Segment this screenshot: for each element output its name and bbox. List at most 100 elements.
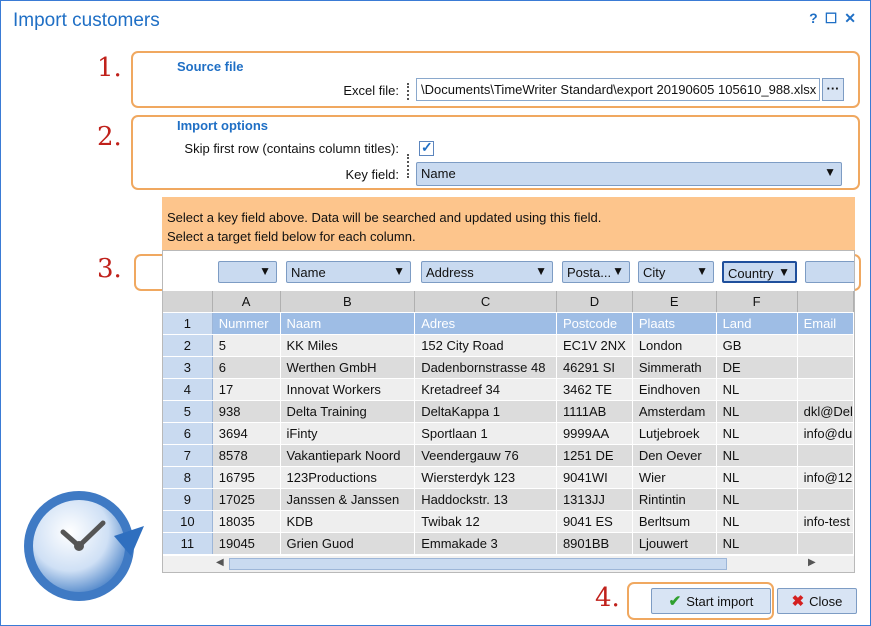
table-row[interactable]: 4 17 Innovat Workers Kretadreef 34 3462 TE Ei… [163, 378, 854, 401]
table-row[interactable]: 11 19045 Grien Guod Emmakade 3 8901BB Ljouwer… [163, 532, 854, 555]
row-number[interactable]: 4 [163, 378, 213, 401]
table-cell[interactable]: Werthen GmbH [280, 356, 416, 379]
mapping-dropdown-b[interactable]: Name ▼ [286, 261, 411, 283]
table-cell[interactable]: Email [797, 312, 854, 335]
row-number[interactable]: 3 [163, 356, 213, 379]
table-cell[interactable]: Rintintin [632, 488, 717, 511]
table-cell[interactable]: Wiersterdyk 123 [414, 466, 557, 489]
scrollbar-thumb[interactable] [229, 558, 727, 570]
table-cell[interactable]: 1251 DE [556, 444, 633, 467]
table-cell[interactable]: 152 City Road [414, 334, 557, 357]
table-cell[interactable]: GB [716, 334, 798, 357]
table-row[interactable]: 2 5 KK Miles 152 City Road EC1V 2NX London GB [163, 334, 854, 357]
table-cell[interactable] [797, 444, 854, 467]
table-row[interactable]: 3 6 Werthen GmbH Dadenbornstrasse 48 46291 S… [163, 356, 854, 379]
table-cell[interactable]: KK Miles [280, 334, 416, 357]
table-cell[interactable]: EC1V 2NX [556, 334, 633, 357]
table-cell[interactable]: NL [716, 444, 798, 467]
table-cell[interactable]: Ljouwert [632, 532, 717, 555]
skip-first-row-checkbox[interactable]: ✓ [419, 139, 434, 156]
start-import-button[interactable]: ✔ Start import [651, 588, 771, 614]
table-cell[interactable]: NL [716, 532, 798, 555]
table-cell[interactable]: Adres [414, 312, 557, 335]
horizontal-scrollbar[interactable]: ◀ ▶ [163, 556, 854, 572]
maximize-button[interactable]: ☐ [825, 10, 838, 27]
mapping-dropdown-f[interactable]: Country ▼ [722, 261, 797, 283]
table-cell[interactable]: iFinty [280, 422, 416, 445]
column-header[interactable]: D [556, 291, 633, 313]
table-cell[interactable]: KDB [280, 510, 416, 533]
mapping-dropdown-d[interactable]: Posta... ▼ [562, 261, 630, 283]
table-cell[interactable]: info@du [797, 422, 854, 445]
table-cell[interactable] [797, 488, 854, 511]
row-number[interactable]: 11 [163, 532, 213, 555]
splitter-handle[interactable] [407, 83, 411, 100]
table-cell[interactable]: NL [716, 510, 798, 533]
table-cell[interactable]: London [632, 334, 717, 357]
table-cell[interactable]: Emmakade 3 [414, 532, 557, 555]
table-cell[interactable]: Twibak 12 [414, 510, 557, 533]
table-cell[interactable]: 938 [212, 400, 281, 423]
excel-file-input[interactable]: \Documents\TimeWriter Standard\export 20… [416, 78, 820, 101]
table-cell[interactable]: Delta Training [280, 400, 416, 423]
table-cell[interactable]: 17 [212, 378, 281, 401]
column-header[interactable] [797, 291, 854, 313]
column-header[interactable]: F [716, 291, 798, 313]
table-cell[interactable]: NL [716, 400, 798, 423]
table-cell[interactable]: 6 [212, 356, 281, 379]
table-cell[interactable]: Plaats [632, 312, 717, 335]
mapping-dropdown-c[interactable]: Address ▼ [421, 261, 553, 283]
data-grid[interactable]: ▼ Name ▼ Address ▼ Posta... ▼ City ▼ Country… [162, 250, 855, 573]
close-button[interactable]: ✖ Close [777, 588, 857, 614]
row-number[interactable]: 8 [163, 466, 213, 489]
close-window-button[interactable]: ✕ [844, 10, 856, 27]
row-number[interactable]: 10 [163, 510, 213, 533]
mapping-dropdown-a[interactable]: ▼ [218, 261, 277, 283]
table-cell[interactable]: Veendergauw 76 [414, 444, 557, 467]
table-cell[interactable]: Amsterdam [632, 400, 717, 423]
table-cell[interactable]: Nummer [212, 312, 281, 335]
table-row[interactable]: 7 8578 Vakantiepark Noord Veendergauw 76 125… [163, 444, 854, 467]
table-cell[interactable]: info-test [797, 510, 854, 533]
table-cell[interactable]: Simmerath [632, 356, 717, 379]
table-cell[interactable]: 8578 [212, 444, 281, 467]
table-cell[interactable]: 123Productions [280, 466, 416, 489]
table-cell[interactable]: Naam [280, 312, 416, 335]
table-cell[interactable]: 5 [212, 334, 281, 357]
table-row[interactable]: 5 938 Delta Training DeltaKappa 1 1111AB Amst… [163, 400, 854, 423]
column-header[interactable]: E [632, 291, 717, 313]
table-cell[interactable]: dkl@Del [797, 400, 854, 423]
table-cell[interactable] [797, 334, 854, 357]
table-cell[interactable] [797, 532, 854, 555]
table-cell[interactable]: Berltsum [632, 510, 717, 533]
row-number[interactable]: 5 [163, 400, 213, 423]
table-row[interactable]: 8 16795 123Productions Wiersterdyk 123 9041W… [163, 466, 854, 489]
row-number[interactable]: 6 [163, 422, 213, 445]
mapping-dropdown-e[interactable]: City ▼ [638, 261, 714, 283]
table-cell[interactable]: 19045 [212, 532, 281, 555]
scroll-left-icon[interactable]: ◀ [216, 557, 224, 568]
column-header[interactable] [163, 291, 213, 313]
table-cell[interactable]: NL [716, 378, 798, 401]
table-cell[interactable]: Kretadreef 34 [414, 378, 557, 401]
table-cell[interactable]: Haddockstr. 13 [414, 488, 557, 511]
row-number[interactable]: 2 [163, 334, 213, 357]
table-row[interactable]: 10 18035 KDB Twibak 12 9041 ES Berltsum NL info… [163, 510, 854, 533]
row-number[interactable]: 9 [163, 488, 213, 511]
table-cell[interactable]: 18035 [212, 510, 281, 533]
table-cell[interactable]: DeltaKappa 1 [414, 400, 557, 423]
table-cell[interactable]: Land [716, 312, 798, 335]
row-number[interactable]: 1 [163, 312, 213, 335]
column-header[interactable]: B [280, 291, 416, 313]
table-cell[interactable]: NL [716, 466, 798, 489]
table-cell[interactable]: Den Oever [632, 444, 717, 467]
table-cell[interactable]: Vakantiepark Noord [280, 444, 416, 467]
table-cell[interactable]: Janssen & Janssen [280, 488, 416, 511]
table-row[interactable]: 6 3694 iFinty Sportlaan 1 9999AA Lutjebroek NL… [163, 422, 854, 445]
table-cell[interactable]: NL [716, 422, 798, 445]
table-cell[interactable]: 9999AA [556, 422, 633, 445]
table-cell[interactable]: NL [716, 488, 798, 511]
splitter-handle-2[interactable] [407, 154, 411, 178]
table-row[interactable]: 1 Nummer Naam Adres Postcode Plaats Land Email [163, 312, 854, 335]
table-cell[interactable]: 1313JJ [556, 488, 633, 511]
